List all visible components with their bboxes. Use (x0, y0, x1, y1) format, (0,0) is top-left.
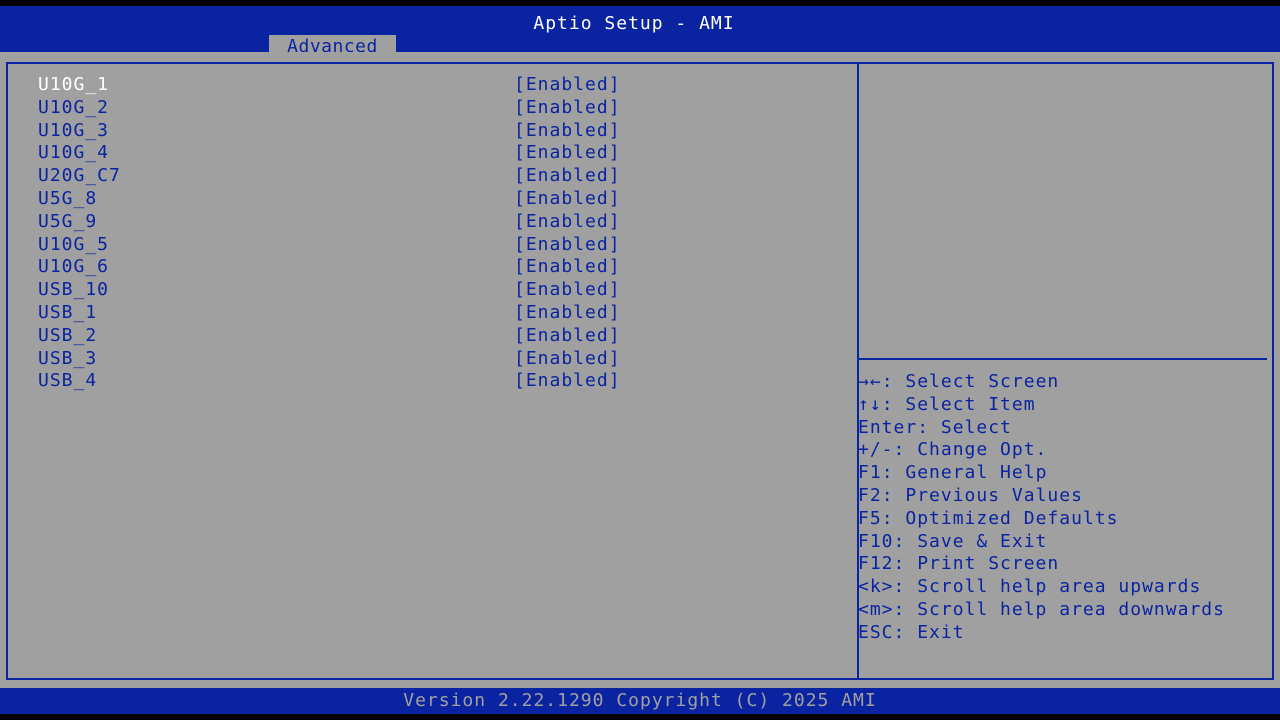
help-key: +/- (858, 439, 894, 461)
help-text: : Print Screen (893, 553, 1060, 575)
setting-row-u5g-9[interactable]: U5G_9 [Enabled] (38, 211, 838, 234)
setting-label: USB_2 (38, 324, 98, 346)
setting-label: U5G_8 (38, 187, 98, 209)
setting-row-u10g-4[interactable]: U10G_4 [Enabled] (38, 142, 838, 165)
setting-value[interactable]: [Enabled] (514, 211, 621, 234)
settings-list: U10G_1 [Enabled] U10G_2 [Enabled] U10G_3 [Ena… (38, 74, 838, 393)
setting-row-usb-10[interactable]: USB_10 [Enabled] (38, 279, 838, 302)
help-key: <k> (858, 576, 894, 598)
setting-label: U5G_9 (38, 210, 98, 232)
setting-row-u10g-1[interactable]: U10G_1 [Enabled] (38, 74, 838, 97)
help-key: ESC (858, 621, 894, 643)
setting-row-u10g-3[interactable]: U10G_3 [Enabled] (38, 120, 838, 143)
key-help-list: →←: Select Screen ↑↓: Select Item Enter: S… (858, 371, 1225, 645)
help-item: →←: Select Screen (858, 371, 1225, 394)
setting-row-usb-2[interactable]: USB_2 [Enabled] (38, 325, 838, 348)
setting-value[interactable]: [Enabled] (514, 325, 621, 348)
help-text: : Select (917, 416, 1012, 438)
help-item: ESC: Exit (858, 622, 1225, 645)
help-text: : Exit (893, 621, 965, 643)
help-item: <m>: Scroll help area downwards (858, 599, 1225, 622)
help-text: : Previous Values (881, 484, 1083, 506)
help-text: : Save & Exit (893, 530, 1048, 552)
setting-row-u10g-6[interactable]: U10G_6 [Enabled] (38, 256, 838, 279)
setting-value[interactable]: [Enabled] (514, 97, 621, 120)
setting-row-u5g-8[interactable]: U5G_8 [Enabled] (38, 188, 838, 211)
help-item: F10: Save & Exit (858, 531, 1225, 554)
setting-label: USB_1 (38, 301, 98, 323)
help-item: +/-: Change Opt. (858, 439, 1225, 462)
help-item: F5: Optimized Defaults (858, 508, 1225, 531)
help-item: F2: Previous Values (858, 485, 1225, 508)
help-key: ↑↓ (858, 393, 882, 415)
help-key: F10 (858, 530, 894, 552)
setting-row-usb-1[interactable]: USB_1 [Enabled] (38, 302, 838, 325)
footer-bar: Version 2.22.1290 Copyright (C) 2025 AMI (0, 688, 1280, 714)
help-text: : Select Item (881, 393, 1036, 415)
help-text: : Select Screen (881, 371, 1060, 392)
help-item: F12: Print Screen (858, 553, 1225, 576)
help-key: F1 (858, 462, 882, 484)
help-text: : Scroll help area upwards (893, 576, 1202, 598)
setting-value[interactable]: [Enabled] (514, 348, 621, 371)
help-item: F1: General Help (858, 462, 1225, 485)
help-text: : Scroll help area downwards (893, 598, 1225, 620)
setting-label: USB_4 (38, 370, 98, 392)
help-key: F2 (858, 484, 882, 506)
setting-row-usb-3[interactable]: USB_3 [Enabled] (38, 348, 838, 371)
help-divider (857, 358, 1267, 360)
help-text: : General Help (881, 462, 1048, 484)
setting-value[interactable]: [Enabled] (514, 120, 621, 143)
setting-row-u20g-c7[interactable]: U20G_C7 [Enabled] (38, 165, 838, 188)
setting-label: U10G_6 (38, 256, 110, 278)
setting-label: U10G_1 (38, 74, 110, 95)
help-item: <k>: Scroll help area upwards (858, 576, 1225, 599)
help-key: F12 (858, 553, 894, 575)
setting-label: U10G_4 (38, 142, 110, 164)
setting-row-u10g-5[interactable]: U10G_5 [Enabled] (38, 234, 838, 257)
setting-label: USB_10 (38, 279, 110, 301)
version-text: Version 2.22.1290 Copyright (C) 2025 AMI (403, 690, 877, 711)
help-text: : Optimized Defaults (881, 507, 1119, 529)
setting-value[interactable]: [Enabled] (514, 234, 621, 257)
setting-label: U10G_3 (38, 119, 110, 141)
help-key: F5 (858, 507, 882, 529)
help-item: Enter: Select (858, 417, 1225, 440)
setting-label: U10G_5 (38, 233, 110, 255)
setting-row-usb-4[interactable]: USB_4 [Enabled] (38, 370, 838, 393)
setting-value[interactable]: [Enabled] (514, 165, 621, 188)
help-text: : Change Opt. (893, 439, 1048, 461)
setting-value[interactable]: [Enabled] (514, 370, 621, 393)
setting-label: U20G_C7 (38, 165, 121, 187)
help-key: →← (858, 371, 882, 392)
setting-value[interactable]: [Enabled] (514, 302, 621, 325)
setting-label: USB_3 (38, 347, 98, 369)
help-item: ↑↓: Select Item (858, 394, 1225, 417)
title-bar: Aptio Setup - AMI Advanced (0, 6, 1280, 58)
setting-label: U10G_2 (38, 96, 110, 118)
app-title: Aptio Setup - AMI (533, 13, 735, 34)
setting-value[interactable]: [Enabled] (514, 188, 621, 211)
setting-value[interactable]: [Enabled] (514, 279, 621, 302)
help-key: <m> (858, 598, 894, 620)
setting-value[interactable]: [Enabled] (514, 74, 621, 97)
setting-value[interactable]: [Enabled] (514, 256, 621, 279)
setting-value[interactable]: [Enabled] (514, 142, 621, 165)
help-key: Enter (858, 416, 918, 438)
setting-row-u10g-2[interactable]: U10G_2 [Enabled] (38, 97, 838, 120)
